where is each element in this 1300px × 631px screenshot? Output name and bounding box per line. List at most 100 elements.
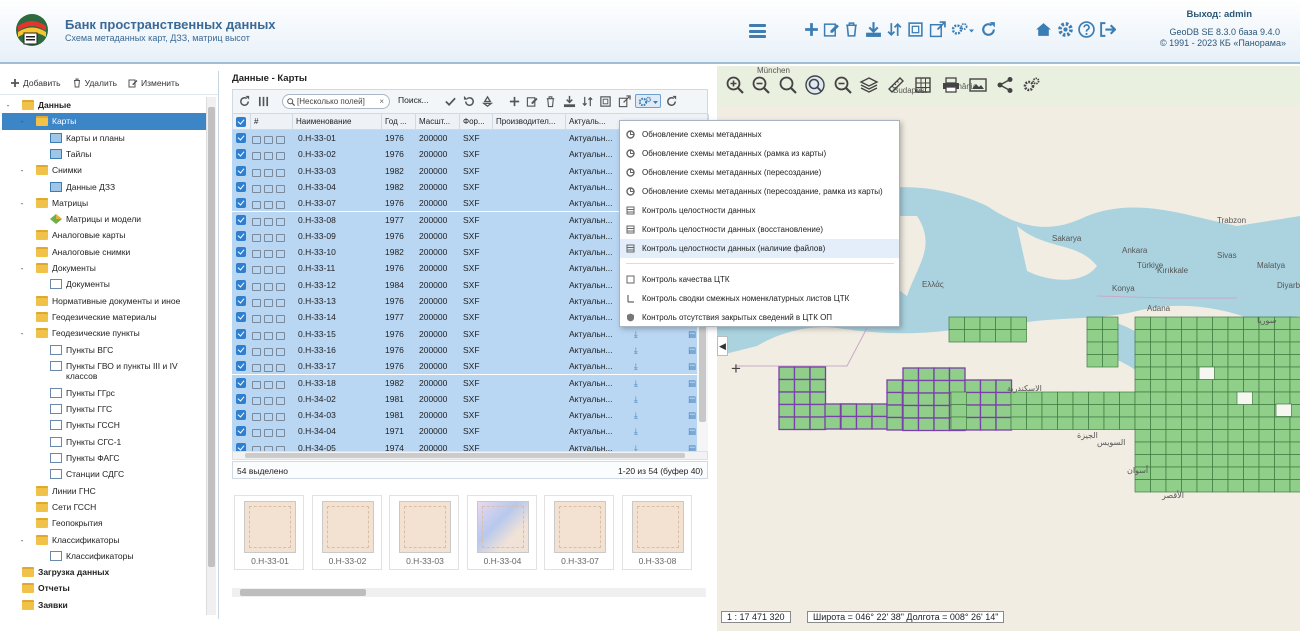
- coverage-cell[interactable]: [1212, 466, 1229, 480]
- row-checkbox[interactable]: [236, 361, 246, 372]
- coverage-cell[interactable]: [1243, 354, 1260, 368]
- row-action-icons[interactable]: [252, 361, 292, 373]
- coverage-cell[interactable]: [1165, 466, 1182, 480]
- download-icon[interactable]: ⤓: [634, 423, 638, 439]
- coverage-cell[interactable]: [1243, 329, 1260, 343]
- coverage-cell[interactable]: [1258, 391, 1275, 405]
- tree-item[interactable]: - Классификаторы: [2, 532, 206, 548]
- coverage-cell[interactable]: [1165, 429, 1182, 443]
- coverage-cell[interactable]: [1196, 479, 1213, 493]
- coverage-cell[interactable]: [1134, 379, 1151, 393]
- coverage-cell[interactable]: [1165, 329, 1182, 343]
- coverage-cell[interactable]: [1150, 404, 1167, 418]
- tree-item[interactable]: Линии ГНС: [2, 483, 206, 499]
- add-record-icon[interactable]: [508, 95, 521, 108]
- row-action-icons[interactable]: [252, 394, 292, 405]
- row-checkbox[interactable]: [236, 442, 246, 451]
- coverage-cell[interactable]: [886, 416, 904, 431]
- coverage-cell[interactable]: [1134, 316, 1151, 330]
- coverage-cell[interactable]: [1196, 466, 1213, 480]
- coverage-cell[interactable]: [855, 403, 873, 418]
- table-row[interactable]: 0.Н-34-05 1974 200000 SXF Актуальн... ⤓ ▤: [232, 439, 697, 451]
- tree-item[interactable]: Тайлы: [2, 146, 206, 162]
- tree-item[interactable]: Аналоговые карты: [2, 227, 206, 243]
- coverage-cell[interactable]: [1227, 366, 1244, 380]
- menu-item[interactable]: Обновление схемы метаданных (пересоздани…: [620, 163, 899, 182]
- coverage-cell[interactable]: [1057, 391, 1074, 405]
- coverage-cell[interactable]: [1103, 404, 1120, 418]
- row-checkbox[interactable]: [236, 181, 246, 192]
- export-icon[interactable]: [563, 95, 576, 108]
- coverage-cell[interactable]: [995, 316, 1012, 330]
- coverage-cell[interactable]: [1072, 391, 1089, 405]
- columns-icon[interactable]: [257, 95, 270, 108]
- coverage-cell[interactable]: [1150, 429, 1167, 443]
- row-action-icons[interactable]: [252, 247, 292, 259]
- coverage-cell[interactable]: [1134, 329, 1151, 343]
- coverage-cell[interactable]: [1196, 441, 1213, 455]
- coverage-cell[interactable]: [1150, 329, 1167, 343]
- coverage-cell[interactable]: [1227, 479, 1244, 493]
- coverage-cell[interactable]: [1274, 341, 1291, 355]
- coverage-cell[interactable]: [1243, 379, 1260, 393]
- image-export-icon[interactable]: [968, 75, 988, 95]
- coverage-cell[interactable]: [1181, 404, 1198, 418]
- map-settings-icon[interactable]: [1022, 75, 1042, 95]
- tree-item[interactable]: Пункты ГГрс: [2, 385, 206, 401]
- document-icon[interactable]: ▤: [688, 342, 696, 358]
- tree-item[interactable]: Сети ГССН: [2, 499, 206, 515]
- coverage-cell[interactable]: [1243, 416, 1260, 430]
- table-row[interactable]: 0.Н-34-03 1981 200000 SXF Актуальн... ⤓ ▤: [232, 407, 697, 424]
- coverage-cell[interactable]: [917, 404, 935, 419]
- document-icon[interactable]: ▤: [688, 358, 696, 374]
- coverage-cell[interactable]: [1212, 354, 1229, 368]
- coverage-cell[interactable]: [886, 404, 904, 419]
- coverage-cell[interactable]: [1165, 391, 1182, 405]
- coverage-cell[interactable]: [778, 378, 796, 393]
- coverage-cell[interactable]: [1289, 391, 1300, 405]
- coverage-cell[interactable]: [1150, 416, 1167, 430]
- coverage-cell[interactable]: [995, 329, 1012, 343]
- coverage-cell[interactable]: [964, 391, 982, 406]
- coverage-cell[interactable]: [871, 415, 889, 430]
- tree-item[interactable]: Пункты ГССН: [2, 417, 206, 433]
- open-external-icon[interactable]: [618, 95, 631, 108]
- undo-icon[interactable]: [463, 95, 476, 108]
- coverage-cell[interactable]: [1165, 416, 1182, 430]
- row-checkbox[interactable]: [236, 344, 246, 355]
- tree-item[interactable]: Пункты ГГС: [2, 401, 206, 417]
- row-checkbox[interactable]: [236, 149, 246, 160]
- tree-item[interactable]: Пункты ВГС: [2, 342, 206, 358]
- coverage-cell[interactable]: [995, 416, 1013, 431]
- coverage-cell[interactable]: [1212, 429, 1229, 443]
- search-input[interactable]: [Несколько полей] ×: [282, 94, 390, 109]
- select-all-header[interactable]: [233, 114, 251, 131]
- coverage-cell[interactable]: [1134, 416, 1151, 430]
- coverage-cell[interactable]: [933, 417, 951, 432]
- row-action-icons[interactable]: [252, 198, 292, 210]
- tree-item[interactable]: Нормативные документы и иное: [2, 293, 206, 309]
- coverage-cell[interactable]: [917, 417, 935, 432]
- coverage-cell[interactable]: [1150, 341, 1167, 355]
- tree-item[interactable]: - Геодезические пункты: [2, 325, 206, 341]
- coverage-cell[interactable]: [1165, 366, 1182, 380]
- coverage-cell[interactable]: [1134, 479, 1151, 493]
- coverage-cell[interactable]: [917, 379, 935, 394]
- coverage-cell[interactable]: [809, 366, 827, 381]
- coverage-cell[interactable]: [1181, 454, 1198, 468]
- coverage-cell[interactable]: [1165, 316, 1182, 330]
- row-checkbox[interactable]: [236, 263, 246, 274]
- coverage-cell[interactable]: [979, 404, 997, 419]
- coverage-cell[interactable]: [1227, 341, 1244, 355]
- row-action-icons[interactable]: [252, 443, 292, 451]
- coverage-cell[interactable]: [1026, 391, 1043, 405]
- tree-item[interactable]: Отчеты: [2, 580, 206, 596]
- download-icon[interactable]: ⤓: [634, 375, 638, 391]
- coverage-cell[interactable]: [1181, 329, 1198, 343]
- coverage-cell[interactable]: [964, 379, 982, 394]
- coverage-cell[interactable]: [1041, 416, 1058, 430]
- coverage-cell[interactable]: [824, 415, 842, 430]
- coverage-cell[interactable]: [1150, 391, 1167, 405]
- column-header-scale[interactable]: Масшт...: [416, 114, 460, 131]
- row-checkbox[interactable]: [236, 198, 246, 209]
